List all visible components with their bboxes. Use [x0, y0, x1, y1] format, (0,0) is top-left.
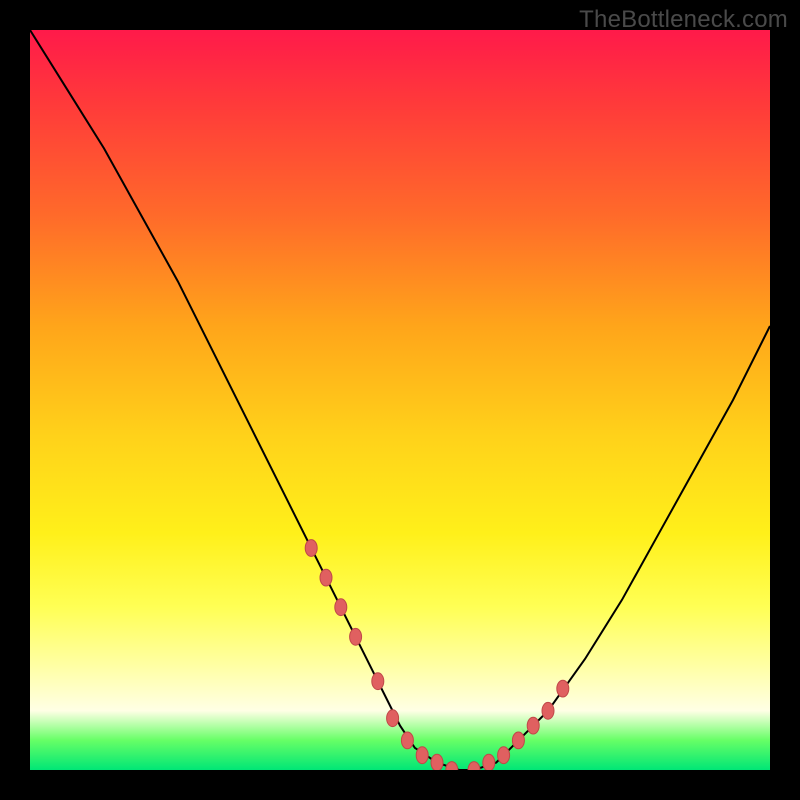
curve-markers	[305, 540, 569, 770]
marker-point	[468, 762, 480, 770]
marker-point	[416, 747, 428, 764]
chart-container: TheBottleneck.com	[0, 0, 800, 800]
marker-point	[350, 628, 362, 645]
marker-point	[527, 717, 539, 734]
marker-point	[557, 680, 569, 697]
curve-line	[30, 30, 770, 770]
chart-svg	[30, 30, 770, 770]
marker-point	[542, 702, 554, 719]
marker-point	[387, 710, 399, 727]
marker-point	[446, 762, 458, 770]
watermark-label: TheBottleneck.com	[579, 6, 788, 34]
marker-point	[431, 754, 443, 770]
marker-point	[401, 732, 413, 749]
marker-point	[320, 569, 332, 586]
marker-point	[512, 732, 524, 749]
marker-point	[483, 754, 495, 770]
marker-point	[498, 747, 510, 764]
marker-point	[335, 599, 347, 616]
marker-point	[305, 540, 317, 557]
marker-point	[372, 673, 384, 690]
